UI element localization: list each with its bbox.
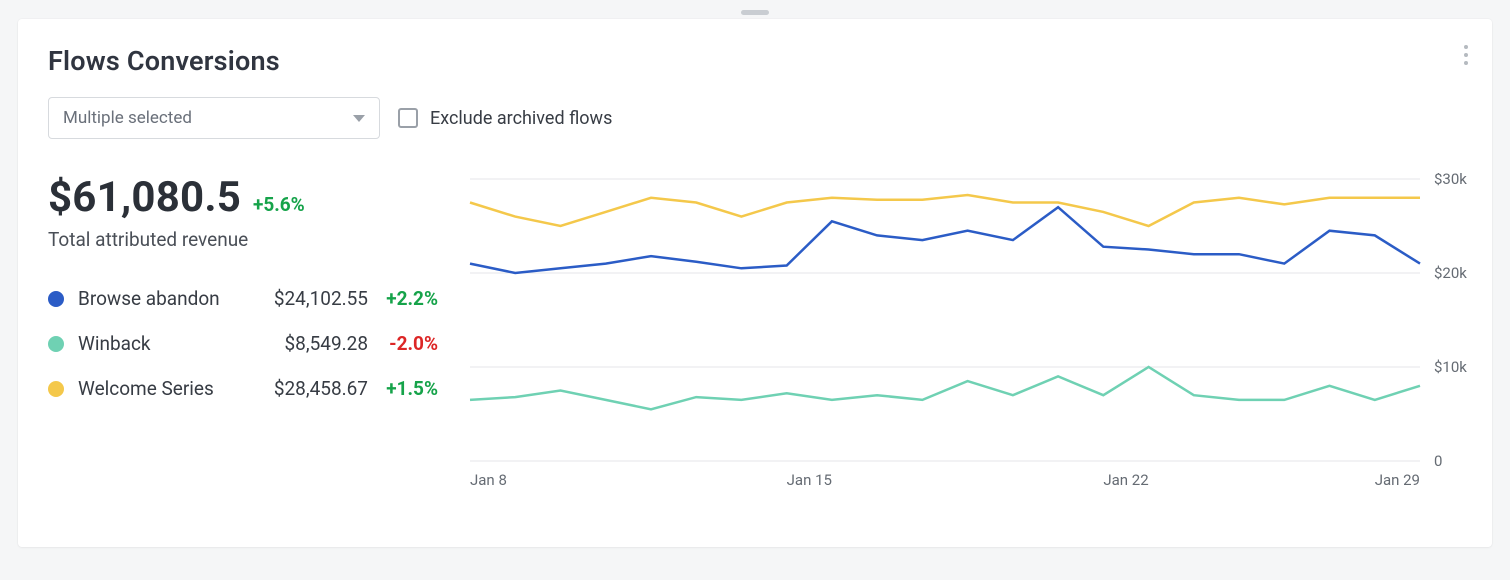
y-tick-label: $10k xyxy=(1434,358,1467,376)
total-subtitle: Total attributed revenue xyxy=(48,228,438,251)
flows-select-label: Multiple selected xyxy=(63,108,192,128)
flows-select[interactable]: Multiple selected xyxy=(48,97,380,139)
x-tick-label: Jan 8 xyxy=(470,471,507,489)
exclude-archived-checkbox[interactable]: Exclude archived flows xyxy=(398,108,612,129)
series-value: $24,102.55 xyxy=(248,287,368,310)
series-delta: -2.0% xyxy=(368,332,438,355)
total-revenue: $61,080.5 xyxy=(48,173,241,222)
controls-row: Multiple selected Exclude archived flows xyxy=(48,97,1462,139)
series-color-dot xyxy=(48,291,64,307)
series-line xyxy=(470,195,1420,226)
series-line xyxy=(470,207,1420,273)
legend-row: Browse abandon$24,102.55+2.2% xyxy=(48,287,438,310)
x-tick-label: Jan 29 xyxy=(1375,471,1420,489)
card-menu-button[interactable] xyxy=(1452,41,1480,69)
legend: Browse abandon$24,102.55+2.2% Winback$8,5… xyxy=(48,287,438,400)
exclude-archived-label: Exclude archived flows xyxy=(430,108,612,129)
legend-row: Welcome Series$28,458.67+1.5% xyxy=(48,377,438,400)
gridlines: 0 $10k $20k $30k Jan 8 Jan 15 Jan 22 Jan 29 xyxy=(470,173,1467,489)
chart: 0 $10k $20k $30k Jan 8 Jan 15 Jan 22 Jan 29 xyxy=(460,173,1480,493)
drag-handle[interactable] xyxy=(741,10,769,15)
plot-lines xyxy=(470,195,1420,409)
summary-panel: $61,080.5 +5.6% Total attributed revenue… xyxy=(48,173,438,493)
y-tick-label: 0 xyxy=(1434,452,1442,470)
card-title: Flows Conversions xyxy=(48,45,1462,77)
flows-conversions-card: Flows Conversions Multiple selected Excl… xyxy=(18,19,1492,547)
series-name: Browse abandon xyxy=(78,287,248,310)
x-tick-label: Jan 22 xyxy=(1103,471,1148,489)
series-delta: +1.5% xyxy=(368,377,438,400)
total-delta: +5.6% xyxy=(253,193,305,216)
legend-row: Winback$8,549.28-2.0% xyxy=(48,332,438,355)
series-value: $8,549.28 xyxy=(248,332,368,355)
y-tick-label: $30k xyxy=(1434,173,1467,188)
series-color-dot xyxy=(48,381,64,397)
y-tick-label: $20k xyxy=(1434,264,1467,282)
chart-svg: 0 $10k $20k $30k Jan 8 Jan 15 Jan 22 Jan 29 xyxy=(460,173,1480,493)
series-delta: +2.2% xyxy=(368,287,438,310)
chevron-down-icon xyxy=(353,115,365,122)
series-color-dot xyxy=(48,336,64,352)
series-name: Winback xyxy=(78,332,248,355)
x-tick-label: Jan 15 xyxy=(787,471,832,489)
series-name: Welcome Series xyxy=(78,377,248,400)
series-value: $28,458.67 xyxy=(248,377,368,400)
series-line xyxy=(470,367,1420,409)
checkbox-icon xyxy=(398,108,418,128)
